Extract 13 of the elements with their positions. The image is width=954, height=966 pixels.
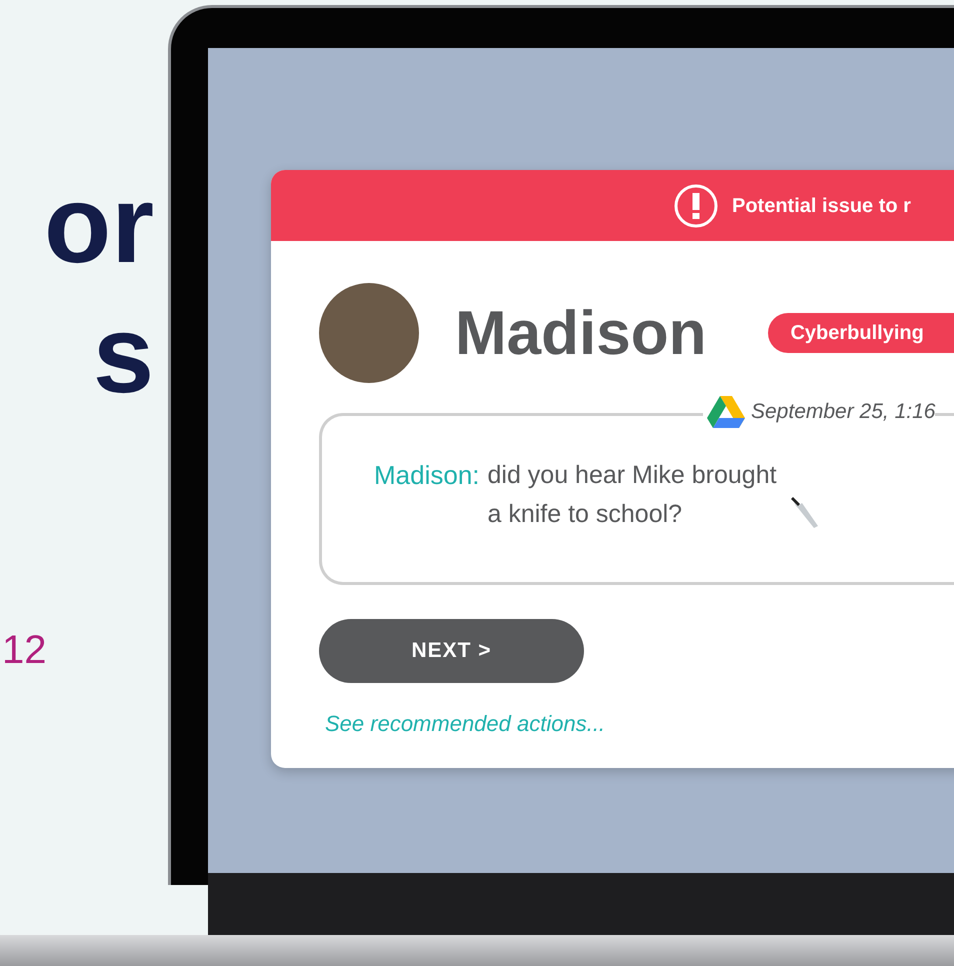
alert-title: Potential issue to r bbox=[732, 194, 911, 218]
headline-text: or bbox=[44, 170, 155, 280]
timestamp: September 25, 1:16 bbox=[751, 399, 936, 426]
category-tag: Cyberbullying bbox=[768, 313, 954, 353]
profile-name: Madison bbox=[455, 298, 706, 370]
headline-text: s bbox=[92, 300, 155, 410]
message-sender: Madison: bbox=[374, 459, 480, 492]
next-button[interactable]: NEXT > bbox=[319, 619, 584, 683]
knife-icon bbox=[790, 496, 820, 530]
subtitle-text: 12 bbox=[1, 627, 46, 674]
message-text: did you hear Mike brought a knife to school? bbox=[488, 460, 778, 530]
alert-icon bbox=[674, 184, 718, 228]
drive-icon bbox=[707, 396, 745, 428]
